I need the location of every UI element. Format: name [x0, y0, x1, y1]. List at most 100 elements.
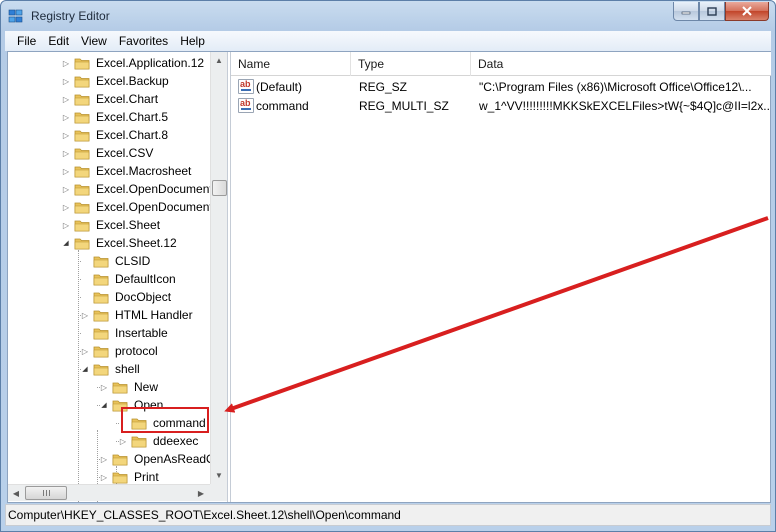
folder-icon: [93, 292, 109, 303]
status-path: Computer\HKEY_CLASSES_ROOT\Excel.Sheet.1…: [8, 508, 401, 522]
expand-arrow-icon[interactable]: ▷: [79, 309, 91, 321]
collapse-arrow-icon[interactable]: ◢: [98, 399, 110, 411]
menu-edit[interactable]: Edit: [42, 34, 75, 48]
folder-icon: [74, 220, 90, 231]
tree-item[interactable]: ▷ ddeexec: [117, 432, 200, 450]
expand-arrow-icon[interactable]: ▷: [60, 111, 72, 123]
expand-arrow-icon[interactable]: ▷: [60, 219, 72, 231]
value-name: (Default): [256, 80, 303, 94]
minimize-icon: [681, 11, 691, 15]
tree-item[interactable]: ▷ Excel.Macrosheet: [60, 162, 193, 180]
folder-icon: [93, 346, 109, 357]
tree-horizontal-scrollbar[interactable]: ◀ ▶: [8, 484, 210, 501]
tree-item[interactable]: ▷ Excel.Chart: [60, 90, 160, 108]
expand-arrow-icon[interactable]: ▷: [98, 453, 110, 465]
scroll-down-icon[interactable]: ▼: [211, 467, 227, 483]
tree-item[interactable]: ▷ HTML Handler: [79, 306, 195, 324]
folder-icon: [74, 58, 90, 69]
tree-item-label: Excel.Sheet.12: [96, 236, 177, 250]
column-header-type[interactable]: Type: [351, 52, 471, 76]
values-list-pane[interactable]: Name Type Data ab (Default) REG_SZ "C:\P…: [230, 52, 771, 502]
tree-item[interactable]: DocObject: [79, 288, 173, 306]
string-value-icon: ab: [238, 98, 254, 113]
minimize-button[interactable]: [673, 2, 699, 21]
expand-arrow-icon[interactable]: ▷: [60, 147, 72, 159]
expand-arrow-icon[interactable]: ▷: [98, 471, 110, 483]
scroll-up-icon[interactable]: ▲: [211, 52, 227, 68]
folder-icon: [93, 256, 109, 267]
tree-vertical-scroll-thumb[interactable]: [212, 180, 227, 196]
expand-arrow-icon[interactable]: ▷: [98, 381, 110, 393]
tree-item-label: HTML Handler: [115, 308, 193, 322]
tree-item[interactable]: ▷ Excel.Chart.5: [60, 108, 170, 126]
value-row[interactable]: ab (Default) REG_SZ "C:\Program Files (x…: [231, 78, 771, 97]
column-header-name[interactable]: Name: [231, 52, 351, 76]
tree-item-label: protocol: [115, 344, 158, 358]
folder-icon: [74, 166, 90, 177]
key-tree-pane[interactable]: ▷ Excel.Application.12 ▷ Excel.Backup ▷ Excel…: [8, 52, 228, 502]
close-button[interactable]: [725, 2, 769, 21]
expand-arrow-icon[interactable]: ▷: [60, 93, 72, 105]
expand-arrow-icon[interactable]: ▷: [60, 129, 72, 141]
folder-icon: [93, 274, 109, 285]
menu-file[interactable]: File: [11, 34, 42, 48]
expand-arrow-icon[interactable]: ▷: [60, 57, 72, 69]
tree-item[interactable]: ▷ Excel.OpenDocument: [60, 180, 215, 198]
value-type: REG_MULTI_SZ: [359, 99, 449, 113]
tree-item[interactable]: ▷ Excel.Application.12: [60, 54, 206, 72]
expand-arrow-icon[interactable]: ▷: [60, 165, 72, 177]
tree-vertical-scrollbar[interactable]: ▲ ▼: [210, 52, 227, 484]
folder-icon: [74, 76, 90, 87]
tree-item-label: CLSID: [115, 254, 151, 268]
tree-item-label: ddeexec: [153, 434, 199, 448]
expand-arrow-icon[interactable]: ▷: [60, 201, 72, 213]
expand-arrow-icon[interactable]: ▷: [60, 75, 72, 87]
collapse-arrow-icon[interactable]: ◢: [79, 363, 91, 375]
value-row[interactable]: ab command REG_MULTI_SZ w_1^VV!!!!!!!!!M…: [231, 97, 771, 116]
expand-arrow-icon[interactable]: ▷: [60, 183, 72, 195]
window-title: Registry Editor: [31, 9, 110, 23]
folder-icon: [112, 382, 128, 393]
folder-icon: [74, 148, 90, 159]
expand-arrow-icon[interactable]: ▷: [79, 345, 91, 357]
folder-icon: [74, 202, 90, 213]
tree-item[interactable]: ▷ Excel.Sheet: [60, 216, 162, 234]
folder-icon: [93, 310, 109, 321]
collapse-arrow-icon[interactable]: ◢: [60, 237, 72, 249]
value-name: command: [256, 99, 309, 113]
column-header-data[interactable]: Data: [471, 52, 771, 76]
tree-item[interactable]: DefaultIcon: [79, 270, 178, 288]
value-data: w_1^VV!!!!!!!!!MKKSkEXCELFiles>tW{~$4Q]c…: [479, 99, 769, 113]
menu-help[interactable]: Help: [174, 34, 211, 48]
list-header: Name Type Data: [231, 52, 771, 76]
tree-item[interactable]: ◢ shell: [79, 360, 142, 378]
maximize-button[interactable]: [699, 2, 725, 21]
string-value-icon: ab: [238, 79, 254, 94]
menu-favorites[interactable]: Favorites: [113, 34, 174, 48]
tree-item[interactable]: CLSID: [79, 252, 152, 270]
tree-item[interactable]: Insertable: [79, 324, 170, 342]
title-bar[interactable]: Registry Editor: [1, 1, 775, 31]
registry-editor-icon: [8, 9, 23, 23]
tree-item[interactable]: ▷ protocol: [79, 342, 160, 360]
menu-view[interactable]: View: [75, 34, 113, 48]
tree-item[interactable]: ◢ Excel.Sheet.12: [60, 234, 179, 252]
scroll-right-icon[interactable]: ▶: [193, 485, 209, 501]
tree-item-label: Excel.Chart: [96, 92, 159, 106]
tree-item[interactable]: ▷ Excel.Backup: [60, 72, 171, 90]
tree-item-label: Excel.Macrosheet: [96, 164, 192, 178]
tree-item[interactable]: ▷ OpenAsReadO: [98, 450, 217, 468]
folder-icon: [131, 436, 147, 447]
tree-item-label: DocObject: [115, 290, 172, 304]
tree-horizontal-scroll-thumb[interactable]: [25, 486, 67, 500]
tree-item[interactable]: ▷ Excel.CSV: [60, 144, 155, 162]
folder-icon: [112, 472, 128, 483]
scroll-left-icon[interactable]: ◀: [8, 485, 24, 501]
tree-item-label: Excel.OpenDocument: [96, 200, 213, 214]
tree-item[interactable]: ▷ New: [98, 378, 160, 396]
expand-arrow-icon[interactable]: ▷: [117, 435, 129, 447]
tree-item[interactable]: ▷ Excel.OpenDocument: [60, 198, 215, 216]
tree-item[interactable]: ▷ Excel.Chart.8: [60, 126, 170, 144]
